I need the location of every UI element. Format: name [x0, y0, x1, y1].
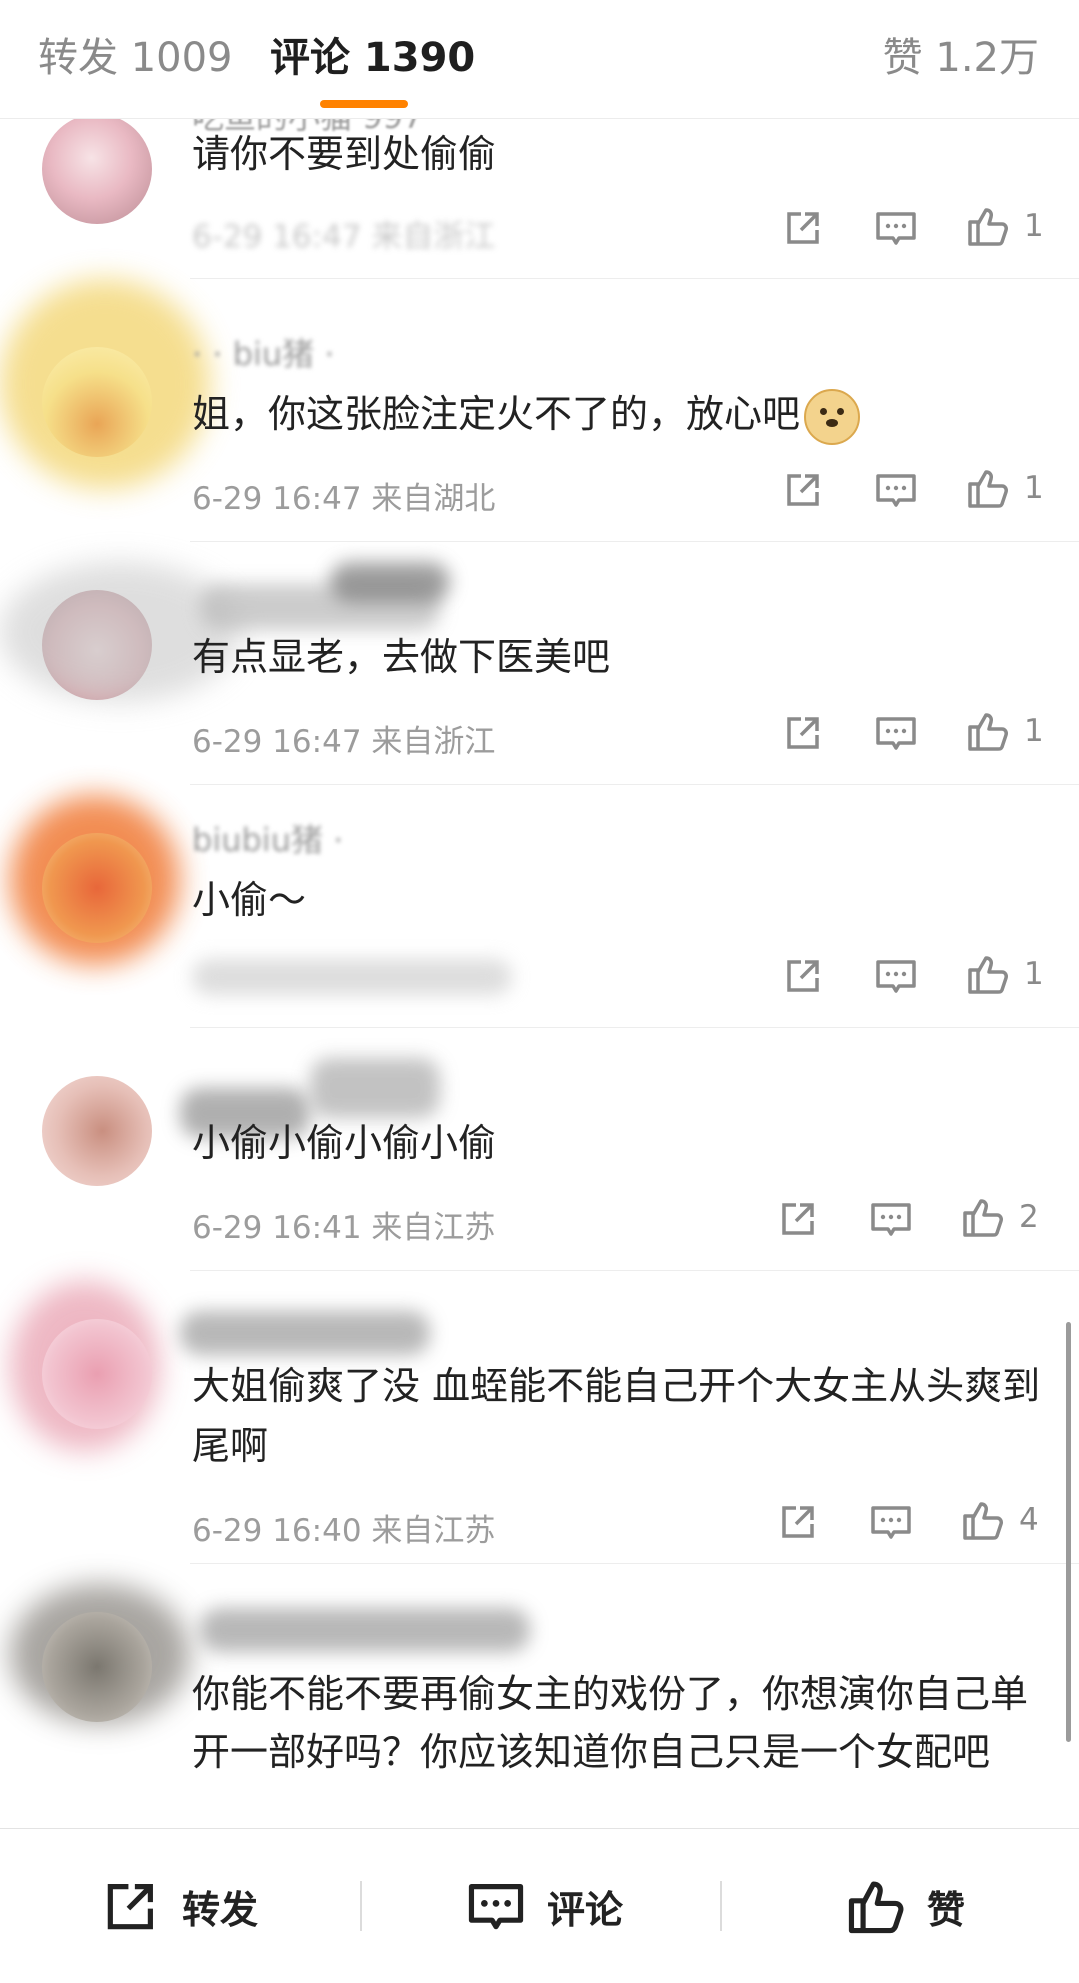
like-button[interactable]	[964, 202, 1012, 250]
thumbs-up-icon	[968, 956, 1008, 994]
comment-button[interactable]: 评论	[465, 1829, 623, 1983]
comment-label: 评论	[547, 1887, 624, 1932]
comment-item: 你能不能不要再偷女主的戏份了，你想演你自己单开一部好吗？你应该知道你自己只是一个…	[0, 1564, 1079, 1828]
share-button[interactable]	[779, 952, 827, 1000]
like-button-main[interactable]: 赞	[845, 1829, 965, 1983]
share-icon	[782, 1203, 814, 1235]
share-button[interactable]	[774, 1498, 822, 1546]
tab-repost[interactable]: 转发 1009	[38, 30, 233, 86]
share-button[interactable]	[779, 709, 827, 757]
share-icon	[107, 1884, 153, 1930]
comment-text: 请你不要到处偷偷	[192, 132, 497, 176]
reply-button[interactable]	[872, 466, 920, 514]
like-button[interactable]	[964, 950, 1012, 998]
like-button[interactable]	[959, 1193, 1007, 1241]
like-count: 1	[1024, 956, 1044, 992]
avatar[interactable]	[42, 833, 152, 943]
avatar[interactable]	[42, 118, 152, 224]
share-icon	[787, 960, 819, 992]
like-count: 4	[1019, 1502, 1039, 1538]
comment-icon	[876, 960, 916, 993]
reply-button[interactable]	[872, 709, 920, 757]
comment-item: 有点显老，去做下医美吧 6-29 16:47 来自浙江 1	[0, 542, 1079, 785]
share-icon	[787, 717, 819, 749]
comment-text: 你能不能不要再偷女主的戏份了，你想演你自己单开一部好吗？你应该知道你自己只是一个…	[192, 1672, 1029, 1774]
like-count: 1	[1024, 713, 1044, 749]
comment-icon	[876, 212, 916, 245]
avatar[interactable]	[42, 1319, 152, 1429]
comment-item: 大姐偷爽了没 血蛭能不能自己开个大女主从头爽到尾啊 6-29 16:40 来自江…	[0, 1271, 1079, 1564]
comment-icon	[871, 1203, 911, 1236]
thumbs-up-icon	[968, 713, 1008, 751]
comment-list[interactable]: 吃鱼的小猫 997 请你不要到处偷偷 6-29 16:47 来自浙江 1 · ·…	[0, 118, 1079, 1828]
tab-likes[interactable]: 赞 1.2万	[883, 30, 1039, 86]
avatar[interactable]	[42, 1612, 152, 1722]
reply-button[interactable]	[867, 1498, 915, 1546]
comment-meta: 6-29 16:40 来自江苏	[192, 1513, 496, 1549]
comment-icon	[871, 1506, 911, 1539]
username[interactable]: · · biu猪 ·	[192, 329, 335, 375]
share-icon	[787, 212, 819, 244]
username[interactable]: biubiu猪 ·	[192, 815, 343, 861]
comment-text: 小偷小偷小偷小偷	[192, 1121, 497, 1165]
comment-icon	[876, 717, 916, 750]
like-count: 2	[1019, 1199, 1039, 1235]
comment-meta: 6-29 16:47 来自湖北	[192, 481, 496, 517]
reply-button[interactable]	[872, 952, 920, 1000]
share-button[interactable]	[779, 204, 827, 252]
reply-button[interactable]	[867, 1195, 915, 1243]
share-button[interactable]	[774, 1195, 822, 1243]
comment-meta: 6-29 16:47 来自浙江	[192, 219, 496, 255]
bottom-toolbar: 转发 评论 赞	[0, 1828, 1079, 1983]
repost-button[interactable]: 转发	[100, 1829, 258, 1983]
comment-item: · · biu猪 · 姐，你这张脸注定火不了的，放心吧 6-29 16:47 来…	[0, 279, 1079, 542]
like-button[interactable]	[964, 707, 1012, 755]
active-tab-indicator	[320, 100, 408, 108]
comment-text: 有点显老，去做下医美吧	[192, 635, 611, 679]
thumbs-up-icon	[848, 1881, 904, 1934]
doge-emoji	[804, 388, 861, 445]
share-icon	[787, 474, 819, 506]
avatar[interactable]	[42, 1076, 152, 1186]
comment-text: 小偷～	[192, 878, 307, 922]
comment-item: 小偷小偷小偷小偷 6-29 16:41 来自江苏 2	[0, 1028, 1079, 1271]
comment-item: biubiu猪 · 小偷～ 1	[0, 785, 1079, 1028]
comment-text: 姐，你这张脸注定火不了的，放心吧	[192, 384, 1042, 445]
tab-bar: 转发 1009 评论 1390 赞 1.2万	[0, 0, 1079, 119]
avatar[interactable]	[42, 590, 152, 700]
thumbs-up-icon	[963, 1502, 1003, 1540]
comment-icon	[876, 474, 916, 507]
comment-meta: 6-29 16:47 来自浙江	[192, 724, 496, 760]
like-label: 赞	[927, 1887, 966, 1932]
thumbs-up-icon	[963, 1199, 1003, 1237]
comment-text: 大姐偷爽了没 血蛭能不能自己开个大女主从头爽到尾啊	[192, 1364, 1041, 1468]
thumbs-up-icon	[968, 470, 1008, 508]
like-button[interactable]	[959, 1496, 1007, 1544]
share-button[interactable]	[779, 466, 827, 514]
avatar[interactable]	[42, 347, 152, 457]
like-button[interactable]	[964, 464, 1012, 512]
scrollbar[interactable]	[1066, 1322, 1071, 1742]
thumbs-up-icon	[968, 208, 1008, 246]
reply-button[interactable]	[872, 204, 920, 252]
like-count: 1	[1024, 208, 1044, 244]
share-icon	[782, 1506, 814, 1538]
comment-icon	[468, 1884, 524, 1930]
repost-label: 转发	[182, 1887, 259, 1932]
like-count: 1	[1024, 470, 1044, 506]
comment-meta: 6-29 16:41 来自江苏	[192, 1210, 496, 1246]
